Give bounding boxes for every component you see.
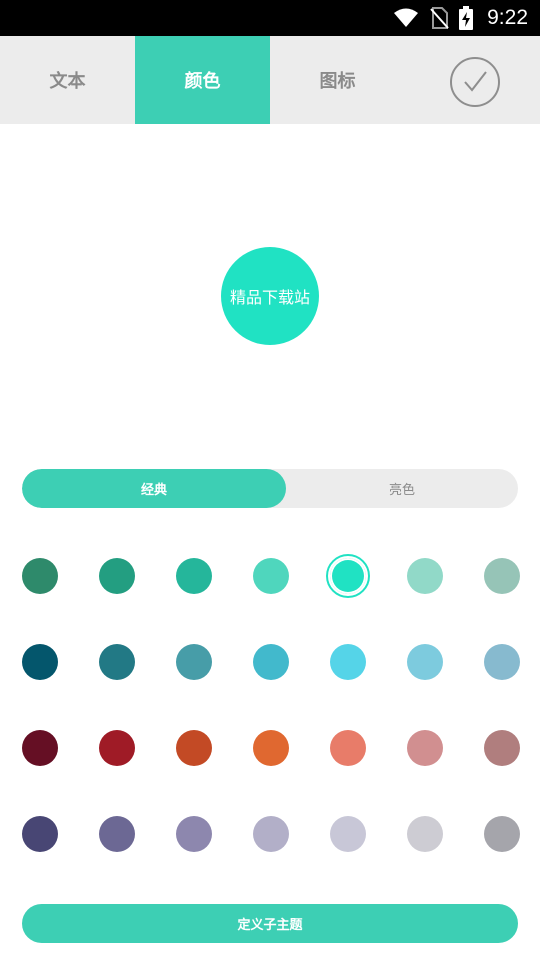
color-swatch[interactable] [407, 558, 443, 594]
color-swatch-selected[interactable] [330, 558, 366, 594]
color-swatch[interactable] [407, 730, 443, 766]
checkmark-circle-icon [464, 71, 487, 92]
color-swatch[interactable] [99, 816, 135, 852]
color-swatch[interactable] [176, 558, 212, 594]
tab-bar: 文本 颜色 图标 [0, 36, 540, 124]
color-swatch[interactable] [253, 558, 289, 594]
color-swatch[interactable] [484, 730, 520, 766]
color-swatch[interactable] [330, 816, 366, 852]
confirm-button[interactable] [450, 57, 500, 107]
color-swatch[interactable] [22, 558, 58, 594]
color-swatch[interactable] [330, 644, 366, 680]
wifi-icon [393, 8, 419, 28]
palette-segment-control: 经典 亮色 [22, 469, 518, 508]
color-swatch[interactable] [484, 816, 520, 852]
color-swatch[interactable] [484, 558, 520, 594]
color-swatch[interactable] [407, 816, 443, 852]
tab-icon[interactable]: 图标 [270, 36, 405, 124]
color-swatch[interactable] [253, 644, 289, 680]
color-swatch[interactable] [176, 644, 212, 680]
status-time: 9:22 [487, 6, 528, 29]
color-swatch[interactable] [22, 644, 58, 680]
battery-charging-icon [459, 6, 474, 30]
color-swatch[interactable] [407, 644, 443, 680]
status-icons: 9:22 [393, 0, 528, 36]
preview-label: 精品下载站 [229, 288, 310, 307]
theme-preview-circle: 精品下载站 [221, 247, 319, 345]
status-bar: 9:22 [0, 0, 540, 36]
color-swatch[interactable] [253, 730, 289, 766]
tab-text[interactable]: 文本 [0, 36, 135, 124]
color-swatch[interactable] [176, 816, 212, 852]
color-swatch[interactable] [99, 558, 135, 594]
color-swatch[interactable] [99, 644, 135, 680]
custom-theme-button[interactable]: 定义子主题 [22, 904, 518, 943]
segment-bright[interactable]: 亮色 [286, 469, 518, 508]
color-swatch[interactable] [330, 730, 366, 766]
color-swatch[interactable] [253, 816, 289, 852]
color-swatch[interactable] [22, 730, 58, 766]
color-swatch[interactable] [99, 730, 135, 766]
no-sim-icon [429, 7, 449, 29]
tab-color[interactable]: 颜色 [135, 36, 270, 124]
color-swatch[interactable] [22, 816, 58, 852]
color-swatch[interactable] [484, 644, 520, 680]
segment-classic[interactable]: 经典 [22, 469, 286, 508]
color-swatch[interactable] [176, 730, 212, 766]
